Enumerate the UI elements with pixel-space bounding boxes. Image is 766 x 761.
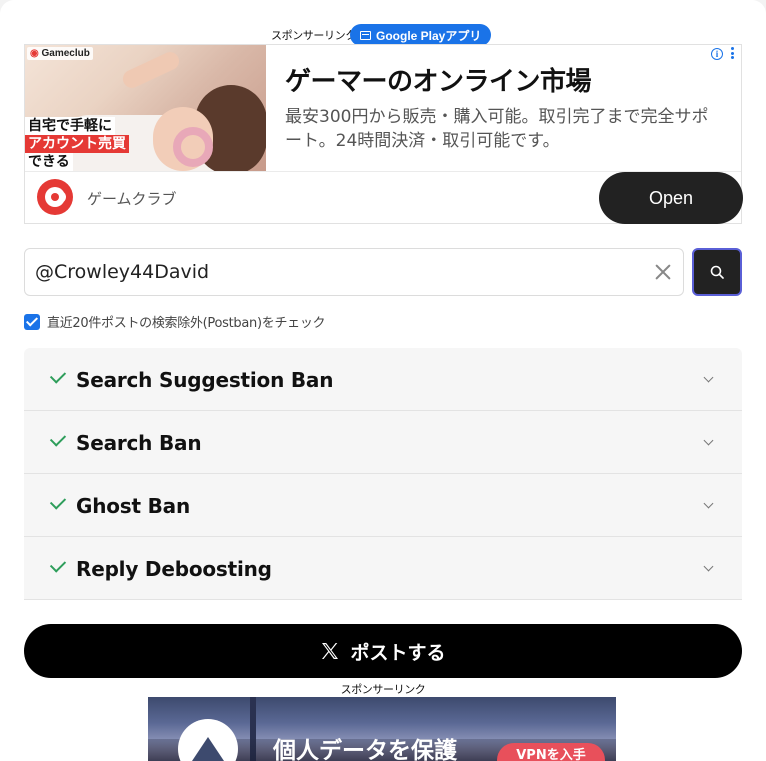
chevron-down-icon[interactable] [703, 498, 714, 509]
google-play-badge[interactable]: Google Playアプリ [350, 24, 492, 46]
ad-footer: ゲームクラブ Open [25, 171, 743, 224]
page: スポンサーリンク Google Playアプリ ◉ Gameclub 自宅で手軽… [0, 0, 766, 761]
ad-info-icon[interactable]: i [711, 48, 723, 60]
ad-image-caption-line: できる [25, 153, 73, 171]
sponsored-label: スポンサーリンク [271, 29, 356, 42]
chevron-down-icon[interactable] [703, 435, 714, 446]
vpn-logo-icon [178, 719, 238, 761]
clear-icon[interactable] [653, 262, 673, 282]
search-button[interactable] [692, 248, 742, 296]
postban-option[interactable]: 直近20件ポストの検索除外(Postban)をチェック [24, 312, 326, 331]
ad-image-headphone [173, 127, 213, 167]
post-button-label: ポストする [350, 641, 446, 664]
ad-headline[interactable]: ゲーマーのオンライン市場 [285, 61, 592, 98]
result-title: Ghost Ban [76, 494, 191, 518]
search-icon [710, 265, 724, 279]
vpn-cta-button[interactable]: VPNを入手 [497, 743, 605, 761]
open-button[interactable]: Open [599, 172, 743, 224]
username-search-input[interactable] [35, 249, 645, 295]
vpn-ad-headline: 個人データを保護 [273, 738, 457, 761]
ad-image-arm [120, 49, 182, 91]
google-play-badge-label: Google Playアプリ [376, 28, 482, 43]
ad-app-name: ゲームクラブ [87, 190, 177, 208]
sponsored-label-bottom: スポンサーリンク [340, 683, 426, 696]
result-title: Search Suggestion Ban [76, 368, 334, 392]
ad-brand-label: ◉ Gameclub [27, 47, 93, 60]
ad-image-caption-line: 自宅で手軽に [25, 117, 115, 135]
chevron-down-icon[interactable] [703, 372, 714, 383]
ad-brand-text: Gameclub [41, 48, 90, 59]
postban-checkbox[interactable] [24, 313, 40, 330]
more-dot [731, 56, 734, 59]
result-search-ban[interactable]: Search Ban [24, 411, 742, 474]
more-dot [731, 51, 734, 55]
checkmark-icon [49, 367, 67, 384]
result-title: Search Ban [76, 431, 202, 455]
ad-card[interactable]: ◉ Gameclub 自宅で手軽に アカウント売買 できる ゲーマーのオンライン… [24, 44, 743, 224]
app-icon [360, 30, 371, 40]
game-club-logo-icon [37, 179, 73, 215]
search-box [24, 248, 684, 296]
result-ghost-ban[interactable]: Ghost Ban [24, 474, 742, 537]
checkmark-icon [49, 430, 67, 447]
result-search-suggestion-ban[interactable]: Search Suggestion Ban [24, 348, 742, 411]
ban-check-results: Search Suggestion Ban Search Ban Ghost B… [24, 348, 742, 600]
vpn-ad-banner[interactable]: 個人データを保護 VPNを入手 [148, 697, 616, 761]
more-dot [731, 47, 734, 50]
ad-description: 最安300円から販売・購入可能。取引完了まで完全サポート。24時間決済・取引可能… [285, 107, 709, 151]
ad-image-caption: 自宅で手軽に アカウント売買 できる [25, 117, 129, 171]
brand-dot-icon: ◉ [30, 48, 42, 59]
ad-image[interactable]: ◉ Gameclub 自宅で手軽に アカウント売買 できる [25, 45, 266, 171]
sponsored-header: スポンサーリンク Google Playアプリ [0, 24, 766, 46]
result-reply-deboosting[interactable]: Reply Deboosting [24, 537, 742, 600]
checkmark-icon [49, 493, 67, 510]
postban-checkbox-label[interactable]: 直近20件ポストの検索除外(Postban)をチェック [47, 312, 326, 331]
result-title: Reply Deboosting [76, 557, 272, 581]
post-button[interactable]: ポストする [24, 624, 742, 678]
x-logo-icon [322, 643, 339, 659]
ad-image-caption-line: アカウント売買 [25, 135, 129, 153]
chevron-down-icon[interactable] [703, 561, 714, 572]
more-options-icon[interactable] [731, 47, 735, 61]
checkmark-icon [49, 556, 67, 573]
